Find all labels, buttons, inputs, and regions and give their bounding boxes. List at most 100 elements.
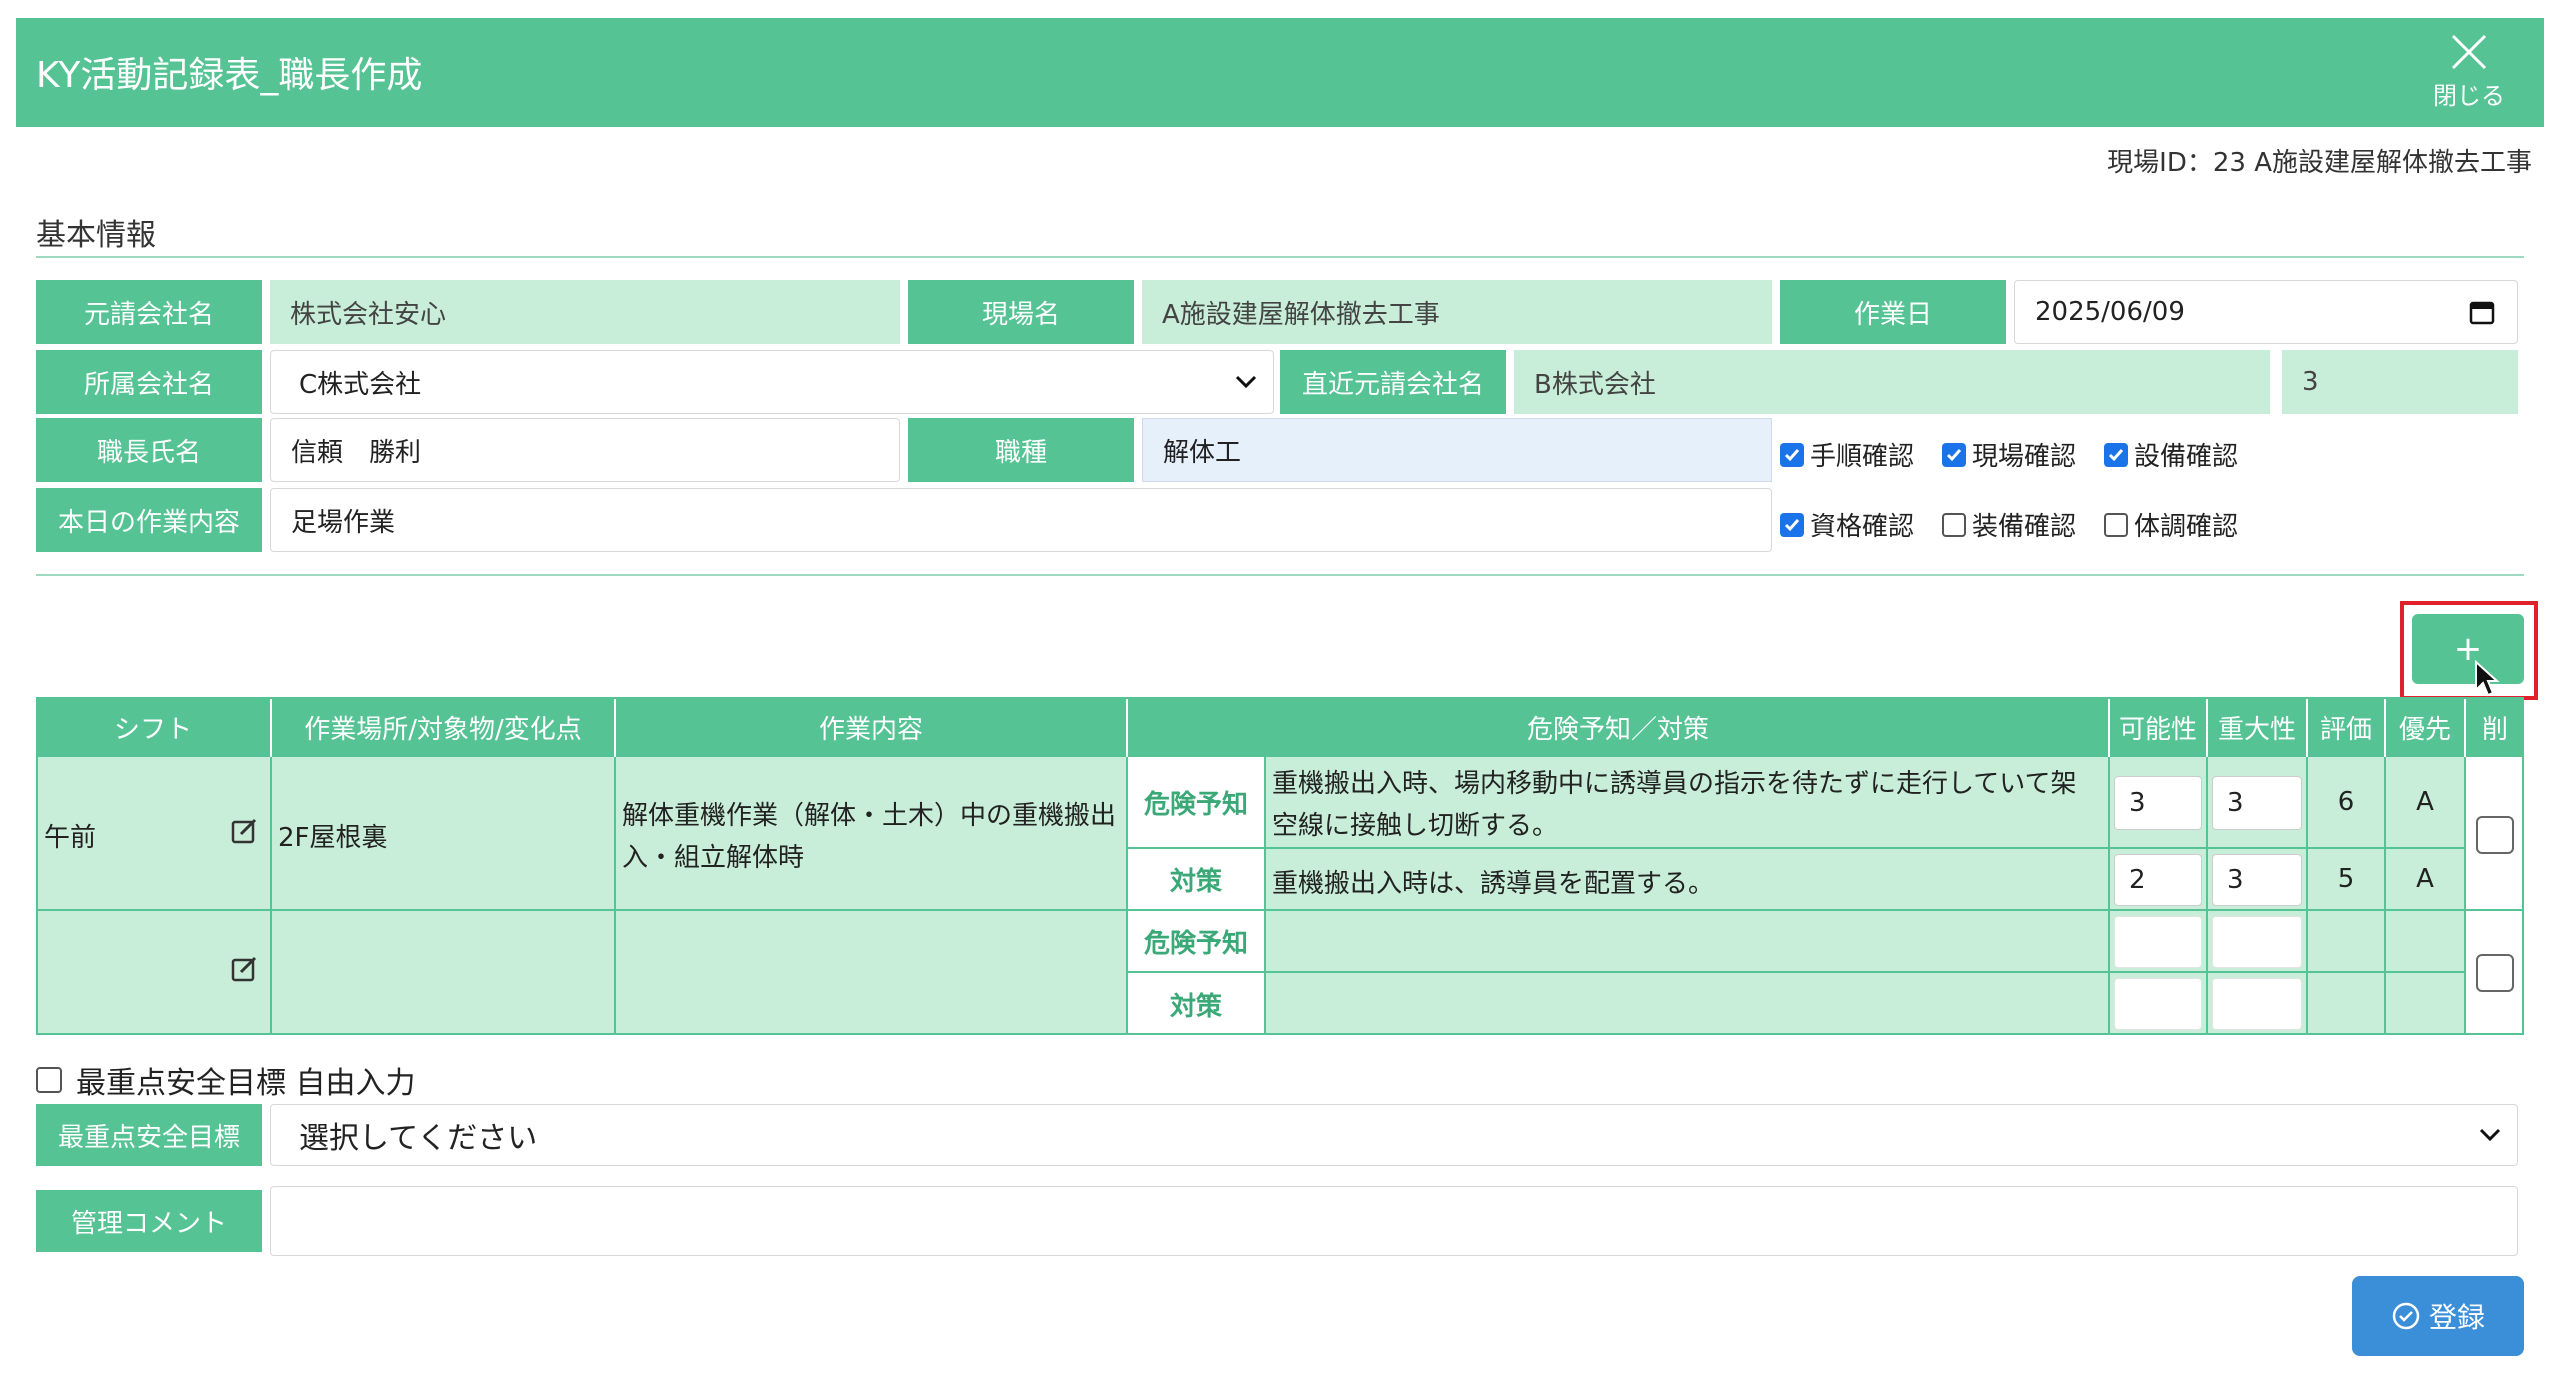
affiliation-select[interactable]: C株式会社 [270, 350, 1274, 414]
check-circle-icon [2392, 1302, 2420, 1330]
check-qualification[interactable]: 資格確認 [1780, 506, 1914, 543]
check-label: 体調確認 [2134, 512, 2239, 542]
header-place: 作業場所/対象物/変化点 [272, 697, 616, 757]
check-label: 設備確認 [2134, 442, 2239, 472]
check-gear[interactable]: 装備確認 [1942, 506, 2076, 543]
submit-button[interactable]: 登録 [2352, 1276, 2524, 1356]
prime-company-label: 元請会社名 [36, 280, 262, 344]
checkbox-checked-icon[interactable] [1780, 442, 1804, 467]
goal-select-value: 選択してください [299, 1121, 538, 1156]
row2-hazard-priority [2386, 911, 2466, 973]
title-bar: KY活動記録表_職長作成 閉じる [16, 18, 2544, 127]
affiliation-value: C株式会社 [299, 369, 422, 400]
check-label: 手順確認 [1810, 442, 1915, 472]
row1-hazard-text: 重機搬出入時、場内移動中に誘導員の指示を待たずに走行していて架空線に接触し切断す… [1272, 769, 2077, 841]
row1-measure-text: 重機搬出入時は、誘導員を配置する。 [1272, 869, 1715, 899]
header-delete: 削 [2466, 697, 2524, 757]
close-button[interactable]: 閉じる [2424, 32, 2514, 118]
foreman-label: 職長氏名 [36, 418, 262, 482]
chevron-down-icon [1235, 375, 1257, 389]
section-title-basic-info: 基本情報 [36, 218, 156, 253]
row1-hazard-label: 危険予知 [1128, 757, 1266, 849]
mouse-cursor-icon [2475, 660, 2500, 697]
checkbox-checked-icon[interactable] [1780, 512, 1804, 537]
comment-input[interactable] [270, 1186, 2518, 1256]
direct-prime-extra-field: 3 [2282, 350, 2518, 414]
row1-measure-possibility-input[interactable]: 2 [2114, 854, 2202, 906]
checkbox-unchecked-icon[interactable] [2104, 512, 2128, 537]
check-procedure[interactable]: 手順確認 [1780, 436, 1914, 473]
add-row-button[interactable]: + [2412, 614, 2524, 684]
foreman-input[interactable]: 信頼 勝利 [270, 418, 900, 482]
checkbox-unchecked-icon[interactable] [1942, 512, 1966, 537]
job-type-input[interactable]: 解体工 [1142, 418, 1772, 482]
prime-company-field: 株式会社安心 [270, 280, 900, 344]
check-site[interactable]: 現場確認 [1942, 436, 2076, 473]
row2-hazard-eval [2308, 911, 2386, 973]
close-label: 閉じる [2433, 82, 2505, 110]
free-input-label: 最重点安全目標 自由入力 [76, 1066, 416, 1101]
free-input-toggle[interactable]: 最重点安全目標 自由入力 [36, 1058, 416, 1102]
direct-prime-field: B株式会社 [1514, 350, 2270, 414]
check-health[interactable]: 体調確認 [2104, 506, 2238, 543]
header-hazard: 危険予知／対策 [1128, 697, 2110, 757]
divider [36, 256, 2524, 258]
row1-hazard-cell: 重機搬出入時、場内移動中に誘導員の指示を待たずに走行していて架空線に接触し切断す… [1266, 757, 2110, 849]
checkbox-checked-icon[interactable] [1942, 442, 1966, 467]
check-label: 現場確認 [1972, 442, 2077, 472]
page-title: KY活動記録表_職長作成 [36, 55, 423, 96]
edit-icon[interactable] [230, 817, 258, 845]
row1-hazard-severity-input[interactable]: 3 [2212, 776, 2302, 830]
site-name-field: A施設建屋解体撤去工事 [1142, 280, 1772, 344]
row2-measure-severity-input[interactable] [2212, 978, 2302, 1030]
row2-measure-priority [2386, 973, 2466, 1035]
row2-measure-label: 対策 [1128, 973, 1266, 1035]
row1-hazard-eval: 6 [2308, 757, 2386, 849]
row1-place: 2F屋根裏 [278, 823, 388, 853]
edit-icon[interactable] [230, 955, 258, 983]
row2-hazard-cell [1266, 911, 2110, 973]
header-priority: 優先 [2386, 697, 2466, 757]
work-date-value: 2025/06/09 [2035, 297, 2185, 327]
site-name-label: 現場名 [908, 280, 1134, 344]
row1-delete-checkbox[interactable] [2476, 816, 2514, 854]
work-date-input[interactable]: 2025/06/09 [2014, 280, 2518, 344]
checkbox-checked-icon[interactable] [2104, 442, 2128, 467]
affiliation-label: 所属会社名 [36, 350, 262, 414]
checkbox-unchecked-icon[interactable] [36, 1067, 62, 1093]
row1-shift-cell[interactable]: 午前 [36, 757, 272, 911]
job-type-label: 職種 [908, 418, 1134, 482]
close-icon [2451, 34, 2487, 70]
check-equipment[interactable]: 設備確認 [2104, 436, 2238, 473]
row2-shift-cell[interactable] [36, 911, 272, 1035]
submit-label: 登録 [2428, 1301, 2485, 1334]
comment-label: 管理コメント [36, 1190, 262, 1252]
row2-measure-possibility-input[interactable] [2114, 978, 2202, 1030]
row1-measure-cell: 重機搬出入時は、誘導員を配置する。 [1266, 849, 2110, 911]
row1-measure-eval: 5 [2308, 849, 2386, 911]
todays-work-label: 本日の作業内容 [36, 488, 262, 552]
row2-work-cell [616, 911, 1128, 1035]
check-label: 資格確認 [1810, 512, 1915, 542]
goal-select[interactable]: 選択してください [270, 1104, 2518, 1166]
header-severity: 重大性 [2208, 697, 2308, 757]
calendar-icon[interactable] [2469, 299, 2495, 325]
row2-delete-checkbox[interactable] [2476, 954, 2514, 992]
header-possibility: 可能性 [2110, 697, 2208, 757]
row2-place-cell [272, 911, 616, 1035]
row2-hazard-possibility-input[interactable] [2114, 916, 2202, 968]
direct-prime-label: 直近元請会社名 [1280, 350, 1506, 414]
row1-hazard-possibility-input[interactable]: 3 [2114, 776, 2202, 830]
row2-hazard-severity-input[interactable] [2212, 916, 2302, 968]
goal-label: 最重点安全目標 [36, 1104, 262, 1166]
check-label: 装備確認 [1972, 512, 2077, 542]
row1-shift: 午前 [44, 823, 97, 853]
site-id-text: 現場ID：23 A施設建屋解体撤去工事 [2107, 148, 2532, 178]
todays-work-input[interactable]: 足場作業 [270, 488, 1772, 552]
work-date-label: 作業日 [1780, 280, 2006, 344]
row1-hazard-priority: A [2386, 757, 2466, 849]
divider [36, 574, 2524, 576]
row2-measure-cell [1266, 973, 2110, 1035]
row1-measure-severity-input[interactable]: 3 [2212, 854, 2302, 906]
header-work: 作業内容 [616, 697, 1128, 757]
